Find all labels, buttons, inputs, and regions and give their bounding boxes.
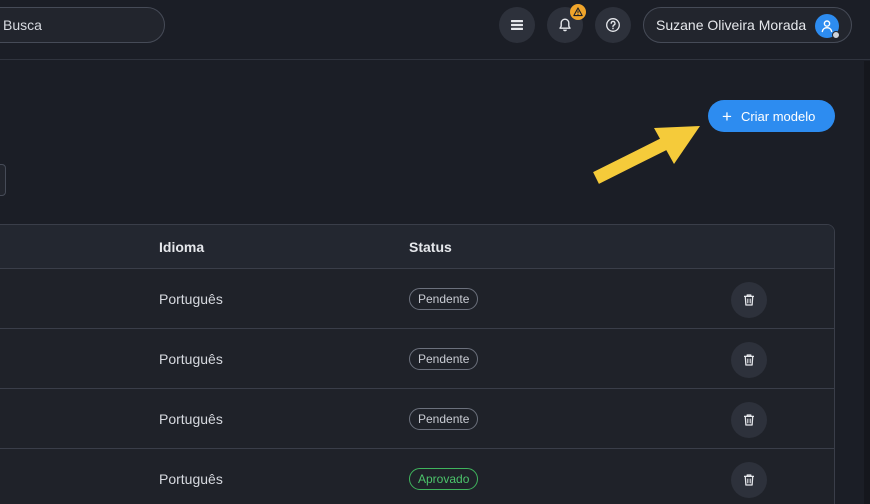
table-row[interactable]: Português Aprovado [0,449,834,504]
trash-icon [744,414,754,426]
menu-button[interactable] [499,7,535,43]
trash-icon [744,294,754,306]
status-badge: Aprovado [409,468,479,490]
status-dot [832,31,840,39]
language-cell: Português [159,471,223,487]
templates-table: Idioma Status Português Pendente Portugu… [0,224,835,504]
search-input[interactable]: Busca [0,7,165,43]
table-row[interactable]: Português Pendente [0,329,834,389]
create-template-button[interactable]: + Criar modelo [708,100,835,132]
top-bar: Busca Suzane Oliveira Morada [0,0,870,60]
create-template-label: Criar modelo [740,108,816,124]
trash-icon [744,354,754,366]
status-badge: Pendente [409,288,479,310]
column-header-language[interactable]: Idioma [159,239,204,255]
scrollbar[interactable] [864,61,870,504]
help-button[interactable] [595,7,631,43]
delete-button[interactable] [731,402,767,438]
table-row[interactable]: Português Pendente [0,389,834,449]
delete-button[interactable] [731,342,767,378]
annotation-arrow-icon [593,126,700,184]
warning-badge [570,4,586,20]
column-header-status[interactable]: Status [409,239,452,255]
language-cell: Português [159,411,223,427]
user-menu[interactable]: Suzane Oliveira Morada [643,7,852,43]
plus-icon: + [722,106,732,126]
warning-icon [573,7,583,17]
status-badge: Pendente [409,348,479,370]
notifications-button[interactable] [547,4,586,43]
bell-icon [559,18,571,32]
language-cell: Português [159,351,223,367]
trash-icon [744,474,754,486]
avatar [815,14,840,39]
filter-select[interactable] [0,164,6,196]
language-cell: Português [159,291,223,307]
user-name: Suzane Oliveira Morada [656,17,807,33]
help-icon [606,18,620,32]
status-badge: Pendente [409,408,479,430]
table-header: Idioma Status [0,225,834,269]
search-placeholder: Busca [3,17,42,33]
user-icon [821,20,833,33]
delete-button[interactable] [731,282,767,318]
delete-button[interactable] [731,462,767,498]
menu-icon [511,20,523,30]
table-row[interactable]: Português Pendente [0,269,834,329]
